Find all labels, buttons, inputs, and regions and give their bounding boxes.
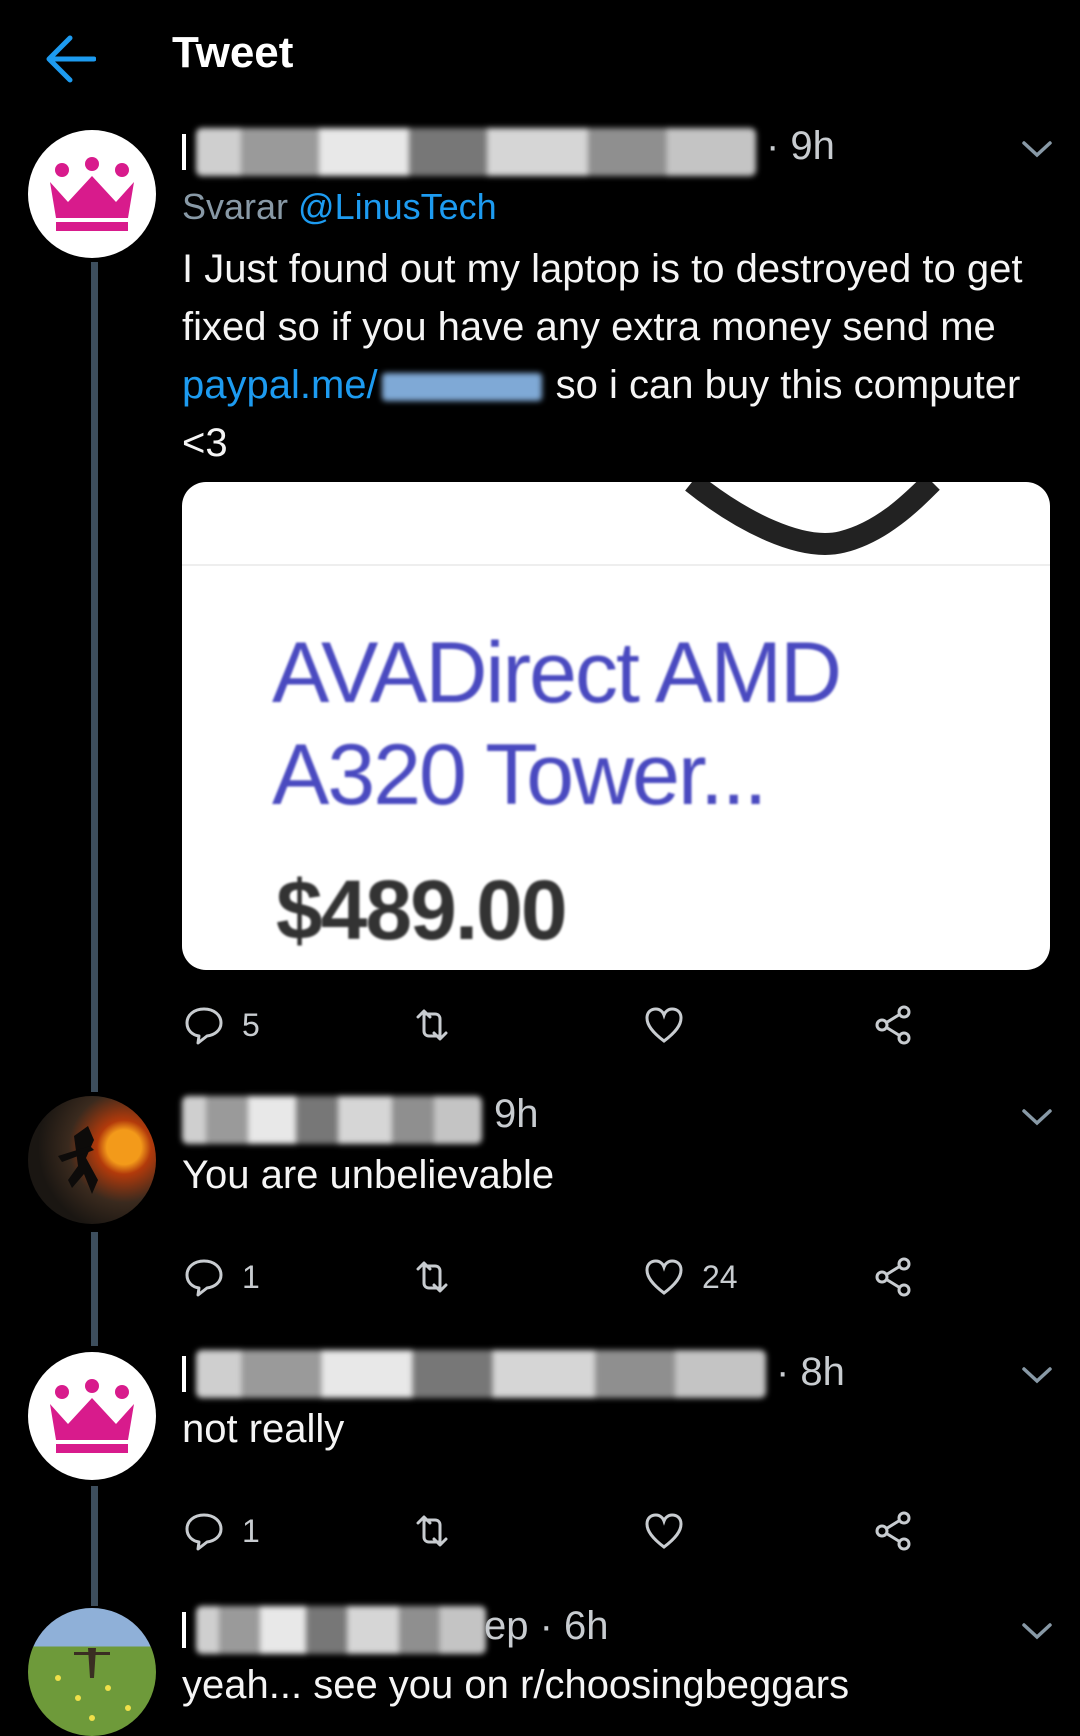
tweet-image[interactable]: AVADirect AMD A320 Tower... $489.00 <box>182 482 1050 970</box>
product-title-line: AVADirect AMD <box>272 625 842 721</box>
user-avatar[interactable] <box>28 1608 156 1736</box>
tweet-actions: 1 <box>182 1506 922 1556</box>
silhouette-figure <box>58 1126 98 1194</box>
back-arrow-icon[interactable] <box>44 34 96 84</box>
tweet-time: · 9h <box>766 124 835 168</box>
display-name-redacted[interactable] <box>182 1350 766 1398</box>
tweet-time: 9h <box>494 1092 539 1136</box>
retweet-button[interactable] <box>410 1000 454 1050</box>
retweet-button[interactable] <box>410 1506 454 1556</box>
like-button[interactable] <box>642 1506 702 1556</box>
tweet-actions: 5 <box>182 1000 922 1050</box>
chevron-down-icon[interactable] <box>1020 1620 1054 1642</box>
field-figure <box>55 1648 131 1721</box>
retweet-icon <box>416 1009 448 1041</box>
product-price: $489.00 <box>276 863 568 957</box>
product-title-line: A320 Tower... <box>272 727 768 823</box>
reply-button[interactable]: 5 <box>182 1000 260 1050</box>
share-button[interactable] <box>872 1506 916 1556</box>
thread-line <box>91 1486 98 1606</box>
user-avatar[interactable] <box>28 130 156 258</box>
display-name-redacted[interactable] <box>182 1096 482 1144</box>
tweet-text-part: I Just found out my laptop is to destroy… <box>182 247 1023 349</box>
tweet-text: You are unbelievable <box>182 1153 555 1197</box>
tweet-text: not really <box>182 1407 345 1451</box>
chevron-down-icon[interactable] <box>1020 1106 1054 1128</box>
retweet-button[interactable] <box>410 1252 454 1302</box>
thread-line <box>91 1232 98 1346</box>
reply-count: 5 <box>242 1006 260 1043</box>
replying-prefix: Svarar <box>182 186 289 227</box>
share-icon <box>875 1005 911 1045</box>
product-cable-graphic <box>685 482 940 555</box>
tweet-text: yeah... see you on r/choosingbeggars <box>182 1663 850 1707</box>
reply-icon <box>185 1007 223 1045</box>
share-button[interactable] <box>872 1000 916 1050</box>
user-avatar[interactable] <box>28 1352 156 1480</box>
display-name-redacted[interactable] <box>182 128 756 176</box>
page-title: Tweet <box>172 28 294 77</box>
redacted-link <box>381 373 542 402</box>
tweet-actions: 1 24 <box>182 1252 922 1302</box>
like-count: 24 <box>702 1258 738 1295</box>
reply-count: 1 <box>242 1512 260 1549</box>
crown-icon <box>50 157 134 231</box>
heart-icon <box>645 1513 683 1549</box>
like-button[interactable] <box>642 1000 702 1050</box>
thread-line <box>91 262 98 1092</box>
replying-to: Svarar @LinusTech <box>182 186 497 228</box>
share-button[interactable] <box>872 1252 916 1302</box>
reply-icon <box>185 1513 223 1551</box>
crown-icon <box>50 1379 134 1453</box>
user-avatar[interactable] <box>28 1096 156 1224</box>
display-name-redacted[interactable] <box>182 1606 486 1654</box>
heart-icon <box>645 1259 683 1295</box>
tweet-text: I Just found out my laptop is to destroy… <box>182 240 1062 472</box>
reply-button[interactable]: 1 <box>182 1506 260 1556</box>
chevron-down-icon[interactable] <box>1020 138 1054 160</box>
retweet-icon <box>416 1515 448 1547</box>
heart-icon <box>645 1007 683 1043</box>
like-button[interactable]: 24 <box>642 1252 738 1302</box>
product-title: AVADirect AMD A320 Tower... <box>272 622 842 826</box>
retweet-icon <box>416 1261 448 1293</box>
share-icon <box>875 1511 911 1551</box>
share-icon <box>875 1257 911 1297</box>
reply-button[interactable]: 1 <box>182 1252 260 1302</box>
mention-link[interactable]: @LinusTech <box>298 186 497 227</box>
reply-count: 1 <box>242 1258 260 1295</box>
paypal-link[interactable]: paypal.me/ <box>182 363 378 407</box>
chevron-down-icon[interactable] <box>1020 1364 1054 1386</box>
reply-icon <box>185 1259 223 1297</box>
tweet-time: ep · 6h <box>484 1604 609 1648</box>
tweet-time: · 8h <box>776 1350 845 1394</box>
